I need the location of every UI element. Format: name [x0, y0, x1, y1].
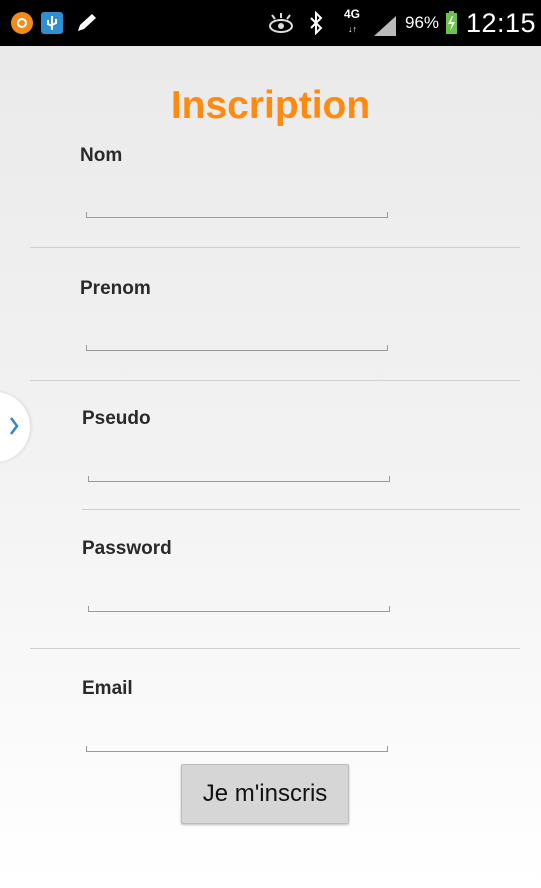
email-input-underline: [86, 746, 388, 752]
password-input[interactable]: [88, 570, 390, 610]
divider: [82, 509, 520, 510]
field-label-nom: Nom: [80, 145, 123, 166]
submit-button[interactable]: Je m'inscris: [181, 764, 349, 824]
battery-charging-icon: [446, 11, 457, 34]
prenom-input[interactable]: [86, 308, 388, 348]
signal-icon: [374, 16, 396, 36]
eye-icon: [269, 13, 293, 33]
divider: [30, 380, 520, 381]
clock: 12:15: [466, 8, 537, 38]
data-arrows-icon: ↓↑: [348, 24, 357, 34]
chevron-right-icon: [10, 417, 19, 435]
field-label-pseudo: Pseudo: [82, 408, 151, 429]
divider: [30, 247, 520, 248]
field-label-prenom: Prenom: [80, 278, 151, 299]
side-drawer-handle[interactable]: [0, 392, 30, 462]
pseudo-input-underline: [88, 476, 390, 482]
divider: [30, 648, 520, 649]
pseudo-input[interactable]: [88, 439, 390, 479]
field-label-password: Password: [82, 538, 172, 559]
app-icon: [11, 12, 33, 34]
nom-input[interactable]: [86, 175, 388, 215]
nom-input-underline: [86, 212, 388, 218]
bluetooth-icon: [310, 11, 323, 35]
page-title: Inscription: [170, 84, 371, 127]
battery-percent: 96%: [405, 13, 440, 32]
password-input-underline: [88, 606, 390, 612]
email-input[interactable]: [86, 709, 388, 749]
prenom-input-underline: [86, 345, 388, 351]
field-label-email: Email: [82, 678, 133, 699]
usb-icon: [41, 12, 63, 34]
pencil-icon: [78, 14, 96, 31]
status-bar: 4G ↓↑ 96% 12:15: [0, 0, 541, 46]
